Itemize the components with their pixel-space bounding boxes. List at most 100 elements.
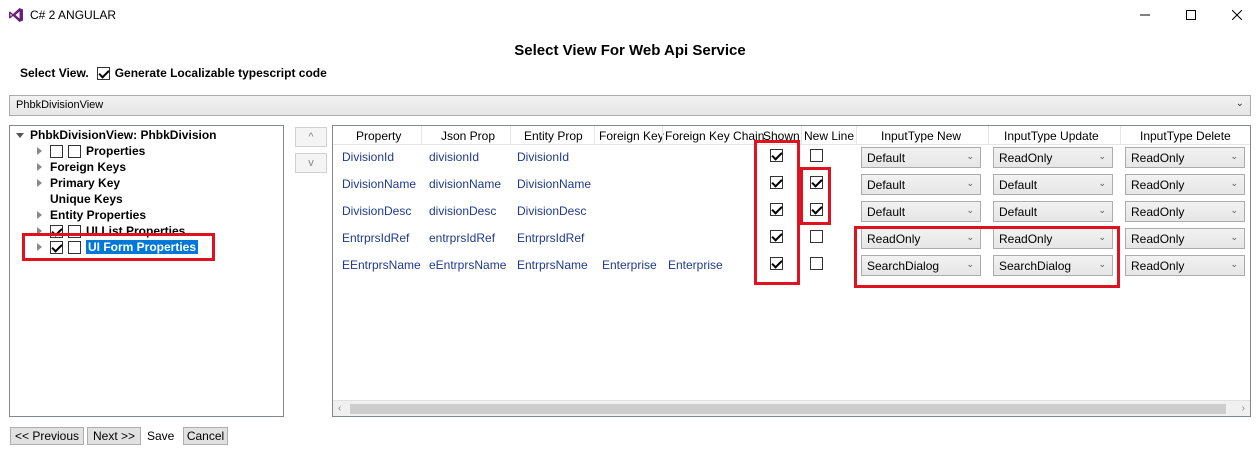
cancel-button[interactable]: Cancel xyxy=(183,427,228,445)
tree-root[interactable]: PhbkDivisionView: PhbkDivision xyxy=(16,127,217,143)
column-header[interactable]: Foreign Key Chain xyxy=(665,129,764,143)
tree-item-properties[interactable]: Properties xyxy=(37,143,145,159)
expander-icon[interactable] xyxy=(16,132,24,138)
cell-foreign-key[interactable]: Enterprise xyxy=(602,258,657,272)
new-line-checkbox[interactable] xyxy=(810,257,823,270)
select-value: Default xyxy=(867,151,906,165)
localizable-checkbox[interactable] xyxy=(96,66,110,80)
select-view-row: Select View. Generate Localizable typesc… xyxy=(20,66,327,80)
move-up-button[interactable]: ^ xyxy=(295,127,327,147)
chevron-down-icon: ⌄ xyxy=(1230,259,1238,269)
select-value: Default xyxy=(999,205,1038,219)
view-select[interactable]: PhbkDivisionView ⌄ xyxy=(9,95,1251,116)
tree-checkbox[interactable] xyxy=(50,144,63,158)
column-divider[interactable] xyxy=(510,126,511,145)
column-divider[interactable] xyxy=(1120,126,1121,145)
column-divider[interactable] xyxy=(801,126,802,145)
maximize-button[interactable] xyxy=(1168,0,1214,30)
save-button[interactable]: Save xyxy=(147,429,174,443)
move-down-button[interactable]: v xyxy=(295,153,327,173)
cell-entity-prop[interactable]: EntrprsIdRef xyxy=(517,231,584,245)
minimize-button[interactable] xyxy=(1122,0,1168,30)
input-new-select[interactable]: Default ⌄ xyxy=(861,201,981,222)
tree-item-unique-keys[interactable]: Unique Keys xyxy=(50,191,123,207)
scroll-right-icon[interactable]: › xyxy=(1242,403,1245,414)
cell-json-prop[interactable]: divisionName xyxy=(429,177,501,191)
tree-item-foreign-keys[interactable]: Foreign Keys xyxy=(37,159,126,175)
input-update-select[interactable]: Default ⌄ xyxy=(993,174,1113,195)
input-delete-select[interactable]: ReadOnly ⌄ xyxy=(1125,201,1245,222)
column-header[interactable]: InputType New xyxy=(881,129,961,143)
chevron-down-icon: ⌄ xyxy=(1230,178,1238,188)
highlight-box-new-line xyxy=(800,167,831,225)
input-delete-select[interactable]: ReadOnly ⌄ xyxy=(1125,174,1245,195)
window-title: C# 2 ANGULAR xyxy=(30,8,117,22)
chevron-down-icon: ⌄ xyxy=(966,151,974,161)
column-header[interactable]: InputType Delete xyxy=(1140,129,1231,143)
cell-json-prop[interactable]: eEntrprsName xyxy=(429,258,506,272)
column-header[interactable]: Foreign Key xyxy=(599,129,664,143)
column-divider[interactable] xyxy=(421,126,422,145)
expander-icon[interactable] xyxy=(37,147,42,155)
view-select-value: PhbkDivisionView xyxy=(16,99,104,111)
cell-entity-prop[interactable]: DivisionId xyxy=(517,150,569,164)
column-divider[interactable] xyxy=(856,126,857,145)
expander-icon[interactable] xyxy=(37,211,42,219)
tree-item-label: Unique Keys xyxy=(50,192,123,206)
input-delete-select[interactable]: ReadOnly ⌄ xyxy=(1125,255,1245,276)
column-divider[interactable] xyxy=(988,126,989,145)
tree-item-primary-key[interactable]: Primary Key xyxy=(37,175,120,191)
scroll-left-icon[interactable]: ‹ xyxy=(338,403,341,414)
tree-checkbox[interactable] xyxy=(68,144,81,158)
cell-entity-prop[interactable]: EntrprsName xyxy=(517,258,588,272)
highlight-box xyxy=(22,233,215,261)
tree-item-entity-properties[interactable]: Entity Properties xyxy=(37,207,146,223)
column-header[interactable]: InputType Update xyxy=(1004,129,1099,143)
properties-grid[interactable]: Property Json Prop Entity Prop Foreign K… xyxy=(332,125,1251,417)
cell-property[interactable]: EntrprsIdRef xyxy=(342,231,409,245)
expander-icon[interactable] xyxy=(37,179,42,187)
chevron-down-icon: ⌄ xyxy=(1098,151,1106,161)
close-button[interactable] xyxy=(1214,0,1260,30)
cell-entity-prop[interactable]: DivisionName xyxy=(517,177,591,191)
horizontal-scrollbar[interactable]: ‹ › xyxy=(333,400,1250,416)
page-title: Select View For Web Api Service xyxy=(514,42,746,59)
input-new-select[interactable]: Default ⌄ xyxy=(861,147,981,168)
view-tree[interactable]: PhbkDivisionView: PhbkDivision Propertie… xyxy=(9,125,284,417)
column-divider[interactable] xyxy=(662,126,663,145)
cell-property[interactable]: DivisionId xyxy=(342,150,394,164)
chevron-down-icon: ⌄ xyxy=(1098,178,1106,188)
input-update-select[interactable]: Default ⌄ xyxy=(993,201,1113,222)
select-value: Default xyxy=(867,178,906,192)
chevron-down-icon: ⌄ xyxy=(1098,205,1106,215)
input-delete-select[interactable]: ReadOnly ⌄ xyxy=(1125,147,1245,168)
cell-property[interactable]: DivisionName xyxy=(342,177,416,191)
highlight-box-shown xyxy=(754,140,800,285)
cell-property[interactable]: DivisionDesc xyxy=(342,204,411,218)
previous-button[interactable]: << Previous xyxy=(10,427,84,445)
column-divider[interactable] xyxy=(594,126,595,145)
cell-json-prop[interactable]: divisionId xyxy=(429,150,479,164)
chevron-down-icon: ⌄ xyxy=(1230,205,1238,215)
expander-icon[interactable] xyxy=(37,163,42,171)
input-update-select[interactable]: ReadOnly ⌄ xyxy=(993,147,1113,168)
chevron-down-icon: ⌄ xyxy=(966,205,974,215)
column-header[interactable]: Json Prop xyxy=(441,129,495,143)
column-header[interactable]: Entity Prop xyxy=(524,129,583,143)
next-button[interactable]: Next >> xyxy=(87,427,141,445)
cell-json-prop[interactable]: divisionDesc xyxy=(429,204,496,218)
select-value: ReadOnly xyxy=(999,151,1053,165)
cell-foreign-key-chain[interactable]: Enterprise xyxy=(668,258,723,272)
scrollbar-thumb[interactable] xyxy=(350,404,1226,414)
column-header[interactable]: Property xyxy=(356,129,401,143)
cell-entity-prop[interactable]: DivisionDesc xyxy=(517,204,586,218)
input-new-select[interactable]: Default ⌄ xyxy=(861,174,981,195)
input-delete-select[interactable]: ReadOnly ⌄ xyxy=(1125,228,1245,249)
select-value: ReadOnly xyxy=(1131,178,1185,192)
cell-property[interactable]: EEntrprsName xyxy=(342,258,421,272)
cell-json-prop[interactable]: entrprsIdRef xyxy=(429,231,495,245)
column-header[interactable]: New Line xyxy=(804,129,854,143)
tree-item-label: Primary Key xyxy=(50,176,121,190)
new-line-checkbox[interactable] xyxy=(810,149,823,162)
new-line-checkbox[interactable] xyxy=(810,230,823,243)
